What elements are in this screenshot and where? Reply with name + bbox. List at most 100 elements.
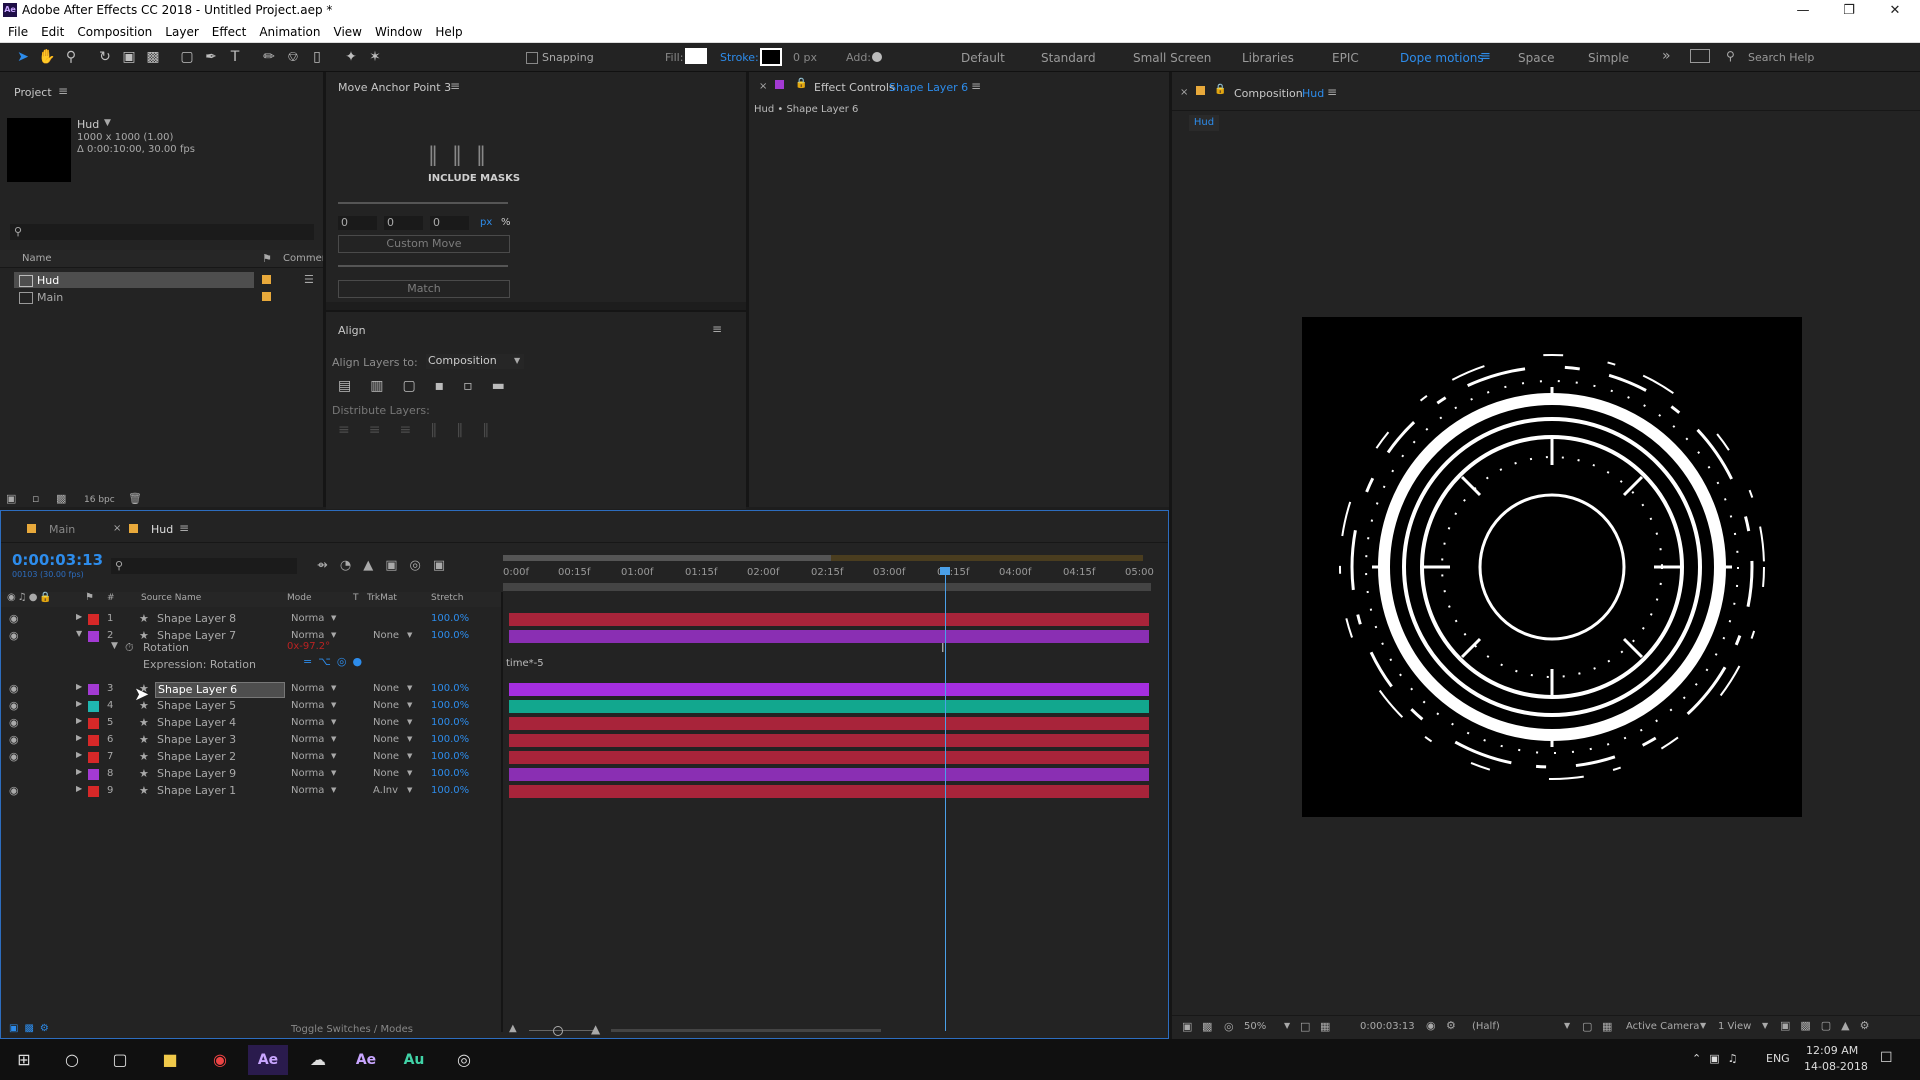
- layer-row[interactable]: ◉ ▶ 5 ★ Shape Layer 4 Norma ▼ None ▼ 100.0%: [1, 715, 1168, 732]
- lock-icon[interactable]: 🔒: [795, 78, 807, 89]
- layer-stretch[interactable]: 100.0%: [431, 630, 469, 641]
- zoom-out-icon[interactable]: ▲: [509, 1023, 517, 1034]
- after-effects-taskbar-icon[interactable]: Ae: [248, 1045, 288, 1075]
- layer-stretch[interactable]: 100.0%: [431, 785, 469, 796]
- zoom-in-icon[interactable]: ▲: [591, 1022, 600, 1036]
- type-tool-icon[interactable]: T: [226, 48, 244, 66]
- composition-name[interactable]: Hud: [1302, 87, 1324, 100]
- notifications-icon[interactable]: ☐: [1880, 1050, 1893, 1066]
- chevron-down-icon[interactable]: ▼: [407, 769, 412, 777]
- chevron-down-icon[interactable]: ▼: [407, 684, 412, 692]
- rotate-tool-icon[interactable]: ↻: [96, 48, 114, 66]
- panel-menu-icon[interactable]: ≡: [1327, 85, 1337, 99]
- layer-label-swatch[interactable]: [88, 718, 99, 729]
- close-icon[interactable]: ×: [759, 81, 767, 92]
- layer-duration-bar[interactable]: [509, 683, 1149, 696]
- layer-label-swatch[interactable]: [88, 631, 99, 642]
- rectangle-tool-icon[interactable]: ▢: [178, 48, 196, 66]
- workspace-space[interactable]: Space: [1518, 51, 1555, 65]
- trkmat-dropdown[interactable]: None: [373, 768, 399, 779]
- chevron-down-icon[interactable]: ▼: [331, 769, 336, 777]
- column-comment[interactable]: Commen: [283, 253, 328, 264]
- layer-name[interactable]: Shape Layer 8: [155, 612, 283, 626]
- audition-icon[interactable]: Au: [394, 1045, 434, 1075]
- layer-row[interactable]: ◉ ▶ 9 ★ Shape Layer 1 Norma ▼ A.Inv ▼ 100.0%: [1, 783, 1168, 800]
- trkmat-dropdown[interactable]: None: [373, 717, 399, 728]
- trkmat-dropdown[interactable]: None: [373, 734, 399, 745]
- project-item-hud[interactable]: Hud: [37, 274, 59, 287]
- layer-stretch[interactable]: 100.0%: [431, 751, 469, 762]
- unit-percent-toggle[interactable]: %: [501, 217, 511, 228]
- chevron-down-icon[interactable]: ▼: [331, 786, 336, 794]
- expression-controls-icons[interactable]: =⌥◎●: [303, 655, 368, 668]
- chevron-down-icon[interactable]: ▼: [407, 786, 412, 794]
- new-folder-icon[interactable]: ▫: [32, 492, 39, 505]
- layer-row[interactable]: ◉ ▶ 4 ★ Shape Layer 5 Norma ▼ None ▼ 100.0%: [1, 698, 1168, 715]
- column-name[interactable]: Name: [22, 253, 52, 264]
- layer-mode-dropdown[interactable]: Norma: [291, 717, 324, 728]
- workspace-epic[interactable]: EPIC: [1332, 51, 1359, 65]
- offset-x-input[interactable]: 0: [338, 216, 377, 230]
- trkmat-dropdown[interactable]: None: [373, 683, 399, 694]
- roto-brush-tool-icon[interactable]: ✦: [342, 48, 360, 66]
- layer-duration-bar[interactable]: [509, 734, 1149, 747]
- match-button[interactable]: Match: [338, 280, 510, 298]
- eye-icon[interactable]: ◉: [9, 750, 19, 763]
- layer-label-swatch[interactable]: [88, 769, 99, 780]
- chevron-down-icon[interactable]: ▼: [407, 735, 412, 743]
- expand-arrow-icon[interactable]: ▶: [76, 699, 82, 708]
- eye-icon[interactable]: ◉: [9, 629, 19, 642]
- comp-name[interactable]: Hud: [77, 118, 99, 131]
- pan-behind-tool-icon[interactable]: ▩: [144, 48, 162, 66]
- layer-duration-bar[interactable]: [509, 613, 1149, 626]
- expand-arrow-icon[interactable]: ▶: [76, 750, 82, 759]
- stopwatch-icon[interactable]: ⏱: [125, 641, 134, 655]
- menu-window[interactable]: Window: [367, 22, 427, 39]
- layer-label-swatch[interactable]: [88, 701, 99, 712]
- offset-y-input[interactable]: 0: [384, 216, 423, 230]
- flowchart-icon[interactable]: ☰: [304, 273, 314, 286]
- expand-arrow-icon[interactable]: ▼: [76, 629, 82, 638]
- pen-tool-icon[interactable]: ✒: [202, 48, 220, 66]
- chevron-down-icon[interactable]: ▼: [331, 631, 336, 639]
- label-column-icon[interactable]: ⚑: [262, 252, 272, 265]
- eraser-tool-icon[interactable]: ▯: [308, 48, 326, 66]
- mask-icon[interactable]: ◎: [1224, 1020, 1234, 1033]
- stroke-swatch[interactable]: [760, 48, 782, 66]
- snapshot-icon[interactable]: ◉: [1426, 1019, 1436, 1032]
- effect-controls-title[interactable]: Effect Controls: [814, 81, 895, 94]
- layer-label-swatch[interactable]: [88, 684, 99, 695]
- minimize-button[interactable]: —: [1780, 0, 1826, 22]
- file-explorer-icon[interactable]: ■: [150, 1045, 190, 1075]
- workspace-simple[interactable]: Simple: [1588, 51, 1629, 65]
- eye-icon[interactable]: ◉: [9, 784, 19, 797]
- align-title[interactable]: Align: [338, 324, 366, 337]
- app-icon[interactable]: ☁: [298, 1045, 338, 1075]
- label-swatch[interactable]: [262, 275, 271, 284]
- trkmat-dropdown[interactable]: None: [373, 751, 399, 762]
- menu-view[interactable]: View: [326, 22, 367, 39]
- layer-stretch[interactable]: 100.0%: [431, 768, 469, 779]
- project-panel-title[interactable]: Project: [14, 86, 52, 99]
- layer-row[interactable]: ▶ 8 ★ Shape Layer 9 Norma ▼ None ▼ 100.0%: [1, 766, 1168, 783]
- align-to-dropdown[interactable]: Composition: [426, 354, 524, 369]
- layer-name[interactable]: Shape Layer 6: [155, 682, 285, 698]
- rotation-value[interactable]: 0x-97.2°: [287, 641, 330, 652]
- panel-menu-icon[interactable]: ≡: [179, 521, 189, 535]
- lock-icon[interactable]: 🔒: [1214, 84, 1226, 95]
- expand-arrow-icon[interactable]: ▶: [76, 716, 82, 725]
- chevron-down-icon[interactable]: ▼: [331, 684, 336, 692]
- workspace-default[interactable]: Default: [961, 51, 1005, 65]
- layer-name[interactable]: Shape Layer 4: [155, 716, 283, 730]
- layer-mode-dropdown[interactable]: Norma: [291, 734, 324, 745]
- zoom-tool-icon[interactable]: ⚲: [62, 48, 80, 66]
- timeline-switch-icons[interactable]: ⇴◔▲▣◎▣: [317, 558, 457, 573]
- layer-duration-bar[interactable]: [509, 700, 1149, 713]
- layer-label-swatch[interactable]: [88, 786, 99, 797]
- column-source-name[interactable]: Source Name: [141, 593, 201, 603]
- chevron-down-icon[interactable]: ▼: [407, 752, 412, 760]
- workspace-standard[interactable]: Standard: [1041, 51, 1096, 65]
- task-view-icon[interactable]: ▢: [100, 1045, 140, 1075]
- layer-duration-bar[interactable]: [509, 768, 1149, 781]
- layer-name[interactable]: Shape Layer 5: [155, 699, 283, 713]
